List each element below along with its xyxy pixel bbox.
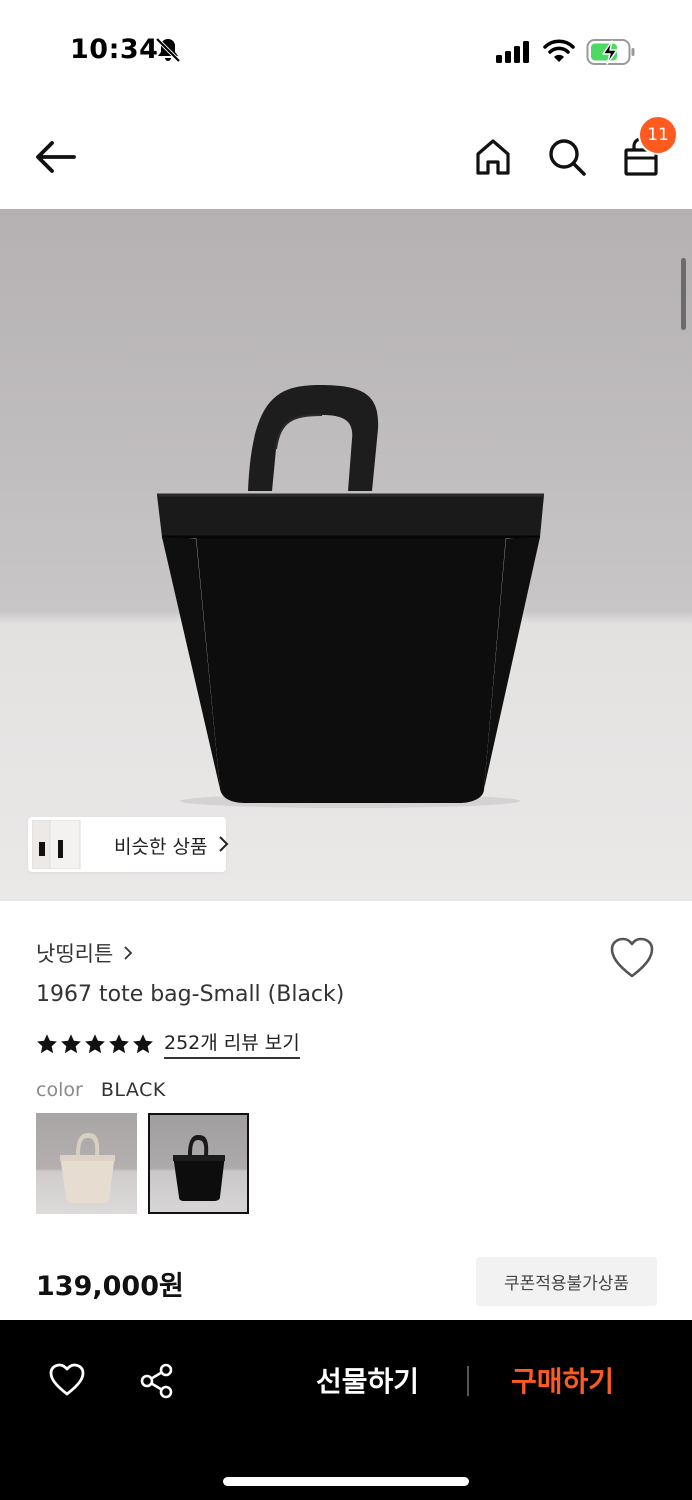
star-icon: [61, 1033, 81, 1053]
home-button[interactable]: [470, 134, 516, 180]
brand-name: 낫띵리튼: [36, 942, 114, 966]
buy-button[interactable]: 구매하기: [511, 1360, 614, 1400]
search-button[interactable]: [544, 134, 590, 180]
star-rating: [36, 1033, 154, 1055]
beige-tote-thumbnail: [60, 1133, 115, 1203]
product-title: 1967 tote bag-Small (Black): [36, 982, 345, 1007]
bottom-bar-divider: [467, 1366, 469, 1396]
black-tote-thumbnail: [173, 1135, 225, 1201]
bell-slash-icon: [155, 37, 181, 63]
top-nav-bar: [0, 110, 692, 208]
chevron-right-icon: [124, 946, 133, 960]
reviews-link[interactable]: 252개 리뷰 보기: [164, 1028, 300, 1059]
color-swatch-black[interactable]: [148, 1113, 249, 1214]
gift-button[interactable]: 선물하기: [316, 1360, 419, 1400]
rating-row: 252개 리뷰 보기: [36, 1028, 300, 1059]
color-value: BLACK: [100, 1079, 166, 1101]
back-button[interactable]: [30, 134, 82, 180]
color-swatch-beige[interactable]: [36, 1113, 137, 1214]
star-icon: [85, 1033, 105, 1053]
star-icon: [109, 1033, 129, 1053]
wishlist-bottom-button[interactable]: [48, 1362, 86, 1402]
status-bar: 10:34: [0, 0, 692, 100]
similar-products-thumbnails: [32, 820, 81, 869]
brand-link[interactable]: 낫띵리튼: [36, 938, 133, 968]
product-price: 139,000원: [36, 1271, 184, 1302]
color-label: color: [36, 1079, 83, 1101]
home-indicator: [223, 1477, 469, 1486]
battery-charging-icon: [586, 39, 635, 65]
image-scroll-indicator: [681, 258, 686, 330]
wishlist-button[interactable]: [608, 936, 656, 984]
wifi-icon: [543, 39, 575, 62]
similar-products-button[interactable]: 비슷한 상품: [28, 817, 229, 872]
heart-icon: [49, 1363, 85, 1396]
status-time: 10:34: [70, 34, 159, 65]
color-row: color BLACK: [36, 1079, 166, 1101]
home-icon: [476, 139, 510, 175]
heart-outline-icon: [610, 937, 654, 978]
share-icon: [140, 1363, 173, 1399]
star-icon: [37, 1033, 57, 1053]
cart-count-badge: 11: [638, 115, 678, 155]
tote-bag-image: [157, 385, 544, 808]
chevron-right-icon: [219, 836, 229, 852]
cellular-signal-icon: [496, 41, 529, 63]
arrow-left-icon: [36, 141, 76, 173]
similar-products-label: 비슷한 상품: [114, 836, 208, 858]
search-icon: [549, 139, 586, 176]
coupon-ineligible-badge: 쿠폰적용불가상품: [476, 1257, 657, 1306]
star-icon: [133, 1033, 153, 1053]
bottom-action-bar: 선물하기 구매하기: [0, 1320, 692, 1500]
share-button[interactable]: [138, 1362, 176, 1404]
product-main-image[interactable]: [0, 209, 692, 901]
